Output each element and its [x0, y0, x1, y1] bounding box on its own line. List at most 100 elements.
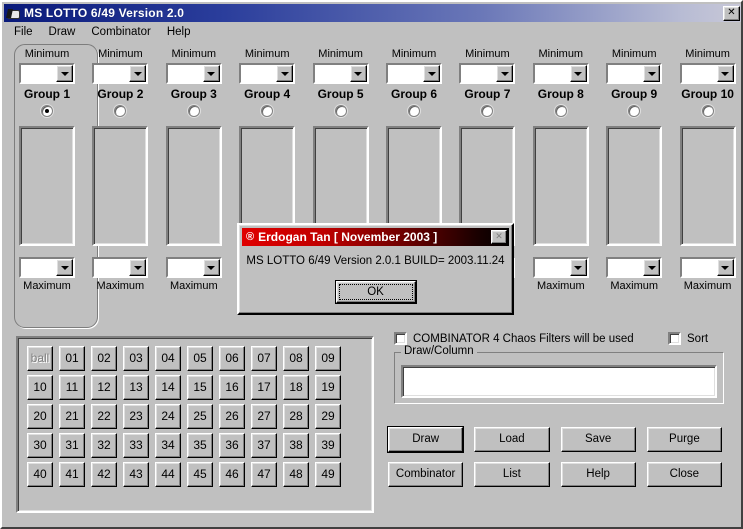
group-listbox-3[interactable]: [165, 126, 222, 246]
combobox-value[interactable]: [534, 259, 570, 276]
number-button-30[interactable]: 30: [27, 433, 53, 458]
combobox-value[interactable]: [21, 259, 56, 276]
number-button-01[interactable]: 01: [59, 346, 85, 371]
number-button-25[interactable]: 25: [187, 404, 213, 429]
chevron-down-icon[interactable]: [129, 259, 147, 276]
combobox-value[interactable]: [167, 65, 203, 82]
combobox-value[interactable]: [21, 65, 56, 82]
maximum-combobox-8[interactable]: [532, 257, 589, 278]
chevron-down-icon[interactable]: [56, 259, 73, 276]
checkbox-box[interactable]: [668, 332, 681, 345]
group-radio-10[interactable]: [701, 105, 714, 117]
combobox-value[interactable]: [94, 65, 130, 82]
number-button-03[interactable]: 03: [123, 346, 149, 371]
group-listbox-2[interactable]: [92, 126, 149, 246]
minimum-combobox-2[interactable]: [92, 63, 149, 84]
number-button-06[interactable]: 06: [219, 346, 245, 371]
group-listbox-1[interactable]: [19, 126, 75, 246]
minimum-combobox-10[interactable]: [679, 63, 736, 84]
chevron-down-icon[interactable]: [643, 259, 661, 276]
number-button-14[interactable]: 14: [155, 375, 181, 400]
sort-checkbox[interactable]: Sort: [668, 332, 708, 345]
minimum-combobox-6[interactable]: [386, 63, 442, 84]
group-radio-4[interactable]: [261, 105, 274, 117]
combobox-value[interactable]: [167, 259, 203, 276]
number-button-10[interactable]: 10: [27, 375, 53, 400]
maximum-combobox-1[interactable]: [19, 257, 75, 278]
save-button[interactable]: Save: [560, 427, 636, 452]
number-button-29[interactable]: 29: [315, 404, 341, 429]
group-listbox-10[interactable]: [679, 126, 736, 246]
number-button-09[interactable]: 09: [315, 346, 341, 371]
number-button-17[interactable]: 17: [251, 375, 277, 400]
group-listbox-8[interactable]: [532, 126, 589, 246]
number-button-02[interactable]: 02: [91, 346, 117, 371]
number-button-48[interactable]: 48: [283, 462, 309, 487]
purge-button[interactable]: Purge: [646, 427, 722, 452]
number-button-42[interactable]: 42: [91, 462, 117, 487]
minimum-combobox-3[interactable]: [165, 63, 222, 84]
minimum-combobox-9[interactable]: [606, 63, 663, 84]
group-radio-1[interactable]: [41, 105, 53, 117]
number-button-27[interactable]: 27: [251, 404, 277, 429]
number-button-43[interactable]: 43: [123, 462, 149, 487]
number-button-39[interactable]: 39: [315, 433, 341, 458]
chevron-down-icon[interactable]: [716, 65, 734, 82]
number-button-31[interactable]: 31: [59, 433, 85, 458]
help-button[interactable]: Help: [560, 462, 636, 487]
group-radio-2[interactable]: [114, 105, 127, 117]
checkbox-box[interactable]: [394, 332, 407, 345]
group-radio-7[interactable]: [481, 105, 494, 117]
maximum-combobox-9[interactable]: [606, 257, 663, 278]
chevron-down-icon[interactable]: [569, 65, 587, 82]
number-button-37[interactable]: 37: [251, 433, 277, 458]
combinator-filter-checkbox[interactable]: COMBINATOR 4 Chaos Filters will be used: [394, 332, 634, 345]
minimum-combobox-5[interactable]: [312, 63, 369, 84]
chevron-down-icon[interactable]: [129, 65, 147, 82]
maximum-combobox-2[interactable]: [92, 257, 149, 278]
maximum-combobox-3[interactable]: [165, 257, 222, 278]
chevron-down-icon[interactable]: [202, 259, 220, 276]
number-button-45[interactable]: 45: [187, 462, 213, 487]
group-radio-9[interactable]: [628, 105, 641, 117]
chevron-down-icon[interactable]: [202, 65, 220, 82]
menu-item-combinator[interactable]: Combinator: [87, 25, 158, 39]
chevron-down-icon[interactable]: [643, 65, 661, 82]
draw-column-input[interactable]: [401, 365, 717, 398]
chevron-down-icon[interactable]: [569, 259, 587, 276]
minimum-combobox-1[interactable]: [19, 63, 75, 84]
number-button-32[interactable]: 32: [91, 433, 117, 458]
menu-item-help[interactable]: Help: [163, 25, 199, 39]
number-button-11[interactable]: 11: [59, 375, 85, 400]
minimum-combobox-4[interactable]: [239, 63, 296, 84]
number-button-38[interactable]: 38: [283, 433, 309, 458]
load-button[interactable]: Load: [474, 427, 550, 452]
chevron-down-icon[interactable]: [276, 65, 294, 82]
number-button-18[interactable]: 18: [283, 375, 309, 400]
number-button-22[interactable]: 22: [91, 404, 117, 429]
combobox-value[interactable]: [534, 65, 570, 82]
number-button-12[interactable]: 12: [91, 375, 117, 400]
menu-item-draw[interactable]: Draw: [45, 25, 84, 39]
group-listbox-9[interactable]: [606, 126, 663, 246]
combobox-value[interactable]: [608, 259, 644, 276]
number-button-34[interactable]: 34: [155, 433, 181, 458]
combobox-value[interactable]: [608, 65, 644, 82]
number-button-15[interactable]: 15: [187, 375, 213, 400]
chevron-down-icon[interactable]: [496, 65, 514, 82]
number-button-46[interactable]: 46: [219, 462, 245, 487]
combobox-value[interactable]: [314, 65, 350, 82]
chevron-down-icon[interactable]: [716, 259, 734, 276]
number-button-26[interactable]: 26: [219, 404, 245, 429]
close-button[interactable]: Close: [646, 462, 722, 487]
list-button[interactable]: List: [474, 462, 550, 487]
chevron-down-icon[interactable]: [423, 65, 440, 82]
number-button-47[interactable]: 47: [251, 462, 277, 487]
menu-item-file[interactable]: File: [10, 25, 41, 39]
chevron-down-icon[interactable]: [56, 65, 73, 82]
number-button-35[interactable]: 35: [187, 433, 213, 458]
group-radio-3[interactable]: [187, 105, 200, 117]
dialog-ok-button[interactable]: OK: [335, 281, 416, 303]
number-button-16[interactable]: 16: [219, 375, 245, 400]
minimum-combobox-7[interactable]: [459, 63, 516, 84]
